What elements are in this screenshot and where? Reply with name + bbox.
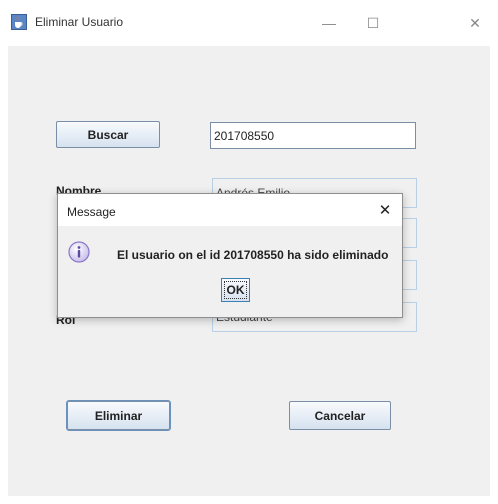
minimize-button[interactable]: —: [306, 9, 352, 37]
window-titlebar[interactable]: Eliminar Usuario — ☐ ✕: [0, 0, 498, 46]
maximize-button[interactable]: ☐: [350, 9, 396, 37]
info-icon: [68, 241, 90, 263]
dialog-titlebar[interactable]: Message ✕: [58, 194, 402, 226]
message-dialog: Message ✕ El usuario on el id 201708550 …: [57, 193, 403, 318]
ok-button[interactable]: OK: [221, 278, 250, 302]
window-title: Eliminar Usuario: [35, 15, 124, 29]
eliminar-usuario-window: Eliminar Usuario — ☐ ✕ Buscar 201708550 …: [0, 0, 498, 504]
close-window-button[interactable]: ✕: [452, 9, 498, 37]
java-cup-icon: [11, 14, 27, 30]
id-input[interactable]: 201708550: [210, 122, 416, 149]
dialog-title: Message: [67, 205, 116, 219]
cancelar-button[interactable]: Cancelar: [289, 401, 391, 430]
eliminar-button[interactable]: Eliminar: [66, 400, 171, 431]
dialog-message: El usuario on el id 201708550 ha sido el…: [117, 248, 389, 262]
dialog-close-button[interactable]: ✕: [374, 199, 396, 221]
buscar-button[interactable]: Buscar: [56, 121, 160, 148]
